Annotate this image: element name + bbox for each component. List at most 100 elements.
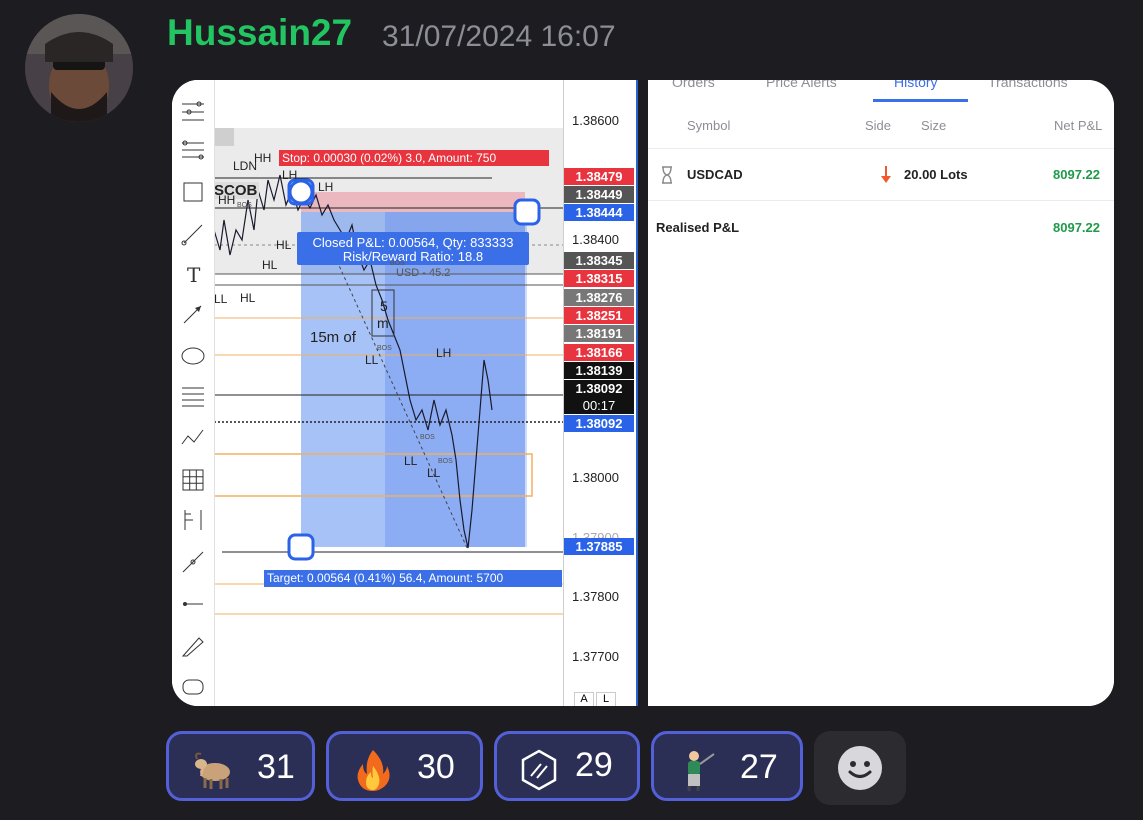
active-tab-indicator [873,99,968,102]
interval-label: 15m of [310,329,356,346]
message-timestamp: 31/07/2024 16:07 [382,20,616,53]
pane-edge [636,80,638,706]
horizontal-line-icon[interactable] [179,590,207,618]
auto-scale-button[interactable]: A [574,692,594,706]
annotation-lh-3: LH [436,346,452,360]
fib-tool-icon[interactable] [179,382,207,410]
price-label: 1.38400 [572,232,619,247]
hourglass-icon [662,166,672,184]
add-reaction-button[interactable] [814,731,906,805]
text-tool-icon[interactable]: T [179,260,207,288]
attached-image[interactable]: Stop: 0.00030 (0.02%) 3.0, Amount: 750 C… [172,80,1114,706]
trendline-tool-icon[interactable] [179,220,207,248]
annotation-ll: LL [214,292,228,306]
price-badge: 1.38449 [564,186,634,203]
history-tabs: Orders Price Alerts History Transactions [648,80,1114,102]
arrow-down-icon [881,166,891,183]
column-side: Side [865,118,892,133]
trading-chart: Stop: 0.00030 (0.02%) 3.0, Amount: 750 C… [172,80,639,706]
price-badge: 1.38479 [564,168,634,185]
column-symbol: Symbol [687,118,731,133]
pattern-tool-icon[interactable] [179,424,207,452]
row-net-pnl: 8097.22 [1053,167,1100,182]
price-badge: 1.38191 [564,325,634,342]
annotation-ll-4: LL [427,466,441,480]
grid-tool-icon[interactable] [179,466,207,494]
drawing-toolbar: T [172,80,215,706]
closed-pnl-line1: Closed P&L: 0.00564, Qty: 833333 [312,235,514,250]
log-scale-button[interactable]: L [596,692,616,706]
price-badge: 1.38251 [564,307,634,324]
reaction-custom[interactable]: 29 [494,731,640,801]
table-row[interactable]: USDCAD 20.00 Lots 8097.22 [648,148,1114,200]
annotation-ll-3: LL [404,454,418,468]
goat-emoji-icon [195,752,230,789]
ellipse-tool-icon[interactable] [179,342,207,370]
fire-emoji-icon [357,750,390,791]
custom-hex-emoji-icon [521,749,557,791]
indicators-icon[interactable] [179,98,207,126]
brush-tool-icon[interactable] [179,632,207,660]
price-label: 1.37700 [572,649,619,664]
tab-orders[interactable]: Orders [672,80,715,90]
price-badge: 1.38345 [564,252,634,269]
price-label: 1.38000 [572,470,619,485]
rectangle-tool-icon[interactable] [179,178,207,206]
reaction-goat[interactable]: 31 [166,731,315,801]
comment-tool-icon[interactable] [179,674,207,702]
price-axis[interactable]: 1.38600 1.38400 1.38000 1.37900 1.37800 … [563,80,639,706]
reaction-count: 31 [257,748,295,786]
risk-reward-line: Risk/Reward Ratio: 18.8 [342,249,484,264]
stop-label[interactable]: Stop: 0.00030 (0.02%) 3.0, Amount: 750 [282,151,496,165]
closed-pnl-label[interactable]: Closed P&L: 0.00564, Qty: 833333 Risk/Re… [297,236,529,264]
golfer-emoji-icon [687,751,715,791]
divider [648,200,1114,201]
annotation-hh-2: HH [218,193,236,207]
price-badge: 1.38092 [564,415,634,432]
annotation-lh: LH [282,168,298,182]
price-label: 1.38600 [572,113,619,128]
countdown-badge: 00:17 [564,397,634,414]
svg-text:T: T [187,263,201,287]
reaction-golfer[interactable]: 27 [651,731,803,801]
username[interactable]: Hussain27 [167,12,352,54]
price-badge: 1.37885 [564,538,634,555]
annotation-bos: BOS [237,202,252,209]
filter-lines-icon[interactable] [179,136,207,164]
row-size: 20.00 Lots [904,167,968,182]
annotation-bos-5: BOS [390,260,405,267]
annotation-hl: HL [276,238,292,252]
usd-label: USD - 45.2 [396,267,451,279]
annotation-bos-2: BOS [377,345,392,352]
target-label[interactable]: Target: 0.00564 (0.41%) 56.4, Amount: 57… [267,571,503,585]
annotation-bos-4: BOS [438,458,453,465]
price-badge: 1.38166 [564,344,634,361]
annotation-hh: HH [254,151,272,165]
annotation-ll-2: LL [365,353,379,367]
avatar[interactable] [25,14,133,122]
price-badge: 1.38139 [564,362,634,379]
reaction-count: 29 [575,746,613,784]
price-badge: 1.38315 [564,270,634,287]
column-size: Size [921,118,947,133]
smiley-add-icon [838,746,882,790]
reaction-count: 27 [740,748,778,786]
reaction-fire[interactable]: 30 [326,731,483,801]
price-label: 1.37800 [572,589,619,604]
reaction-count: 30 [417,748,455,786]
tab-transactions[interactable]: Transactions [988,80,1068,90]
tab-history[interactable]: History [894,80,938,90]
forecast-tool-icon[interactable] [179,506,207,534]
annotation-box-m: m [377,315,389,331]
path-tool-icon[interactable] [179,548,207,576]
annotation-hl-3: HL [240,291,256,305]
realised-pnl-label: Realised P&L [656,220,740,235]
tab-price-alerts[interactable]: Price Alerts [766,80,837,90]
realised-pnl-value: 8097.22 [1053,220,1100,235]
annotation-lh-2: LH [318,180,334,194]
arrow-tool-icon[interactable] [179,300,207,328]
history-panel: Orders Price Alerts History Transactions… [648,80,1114,706]
annotation-hl-2: HL [262,258,278,272]
price-badge: 1.38276 [564,289,634,306]
annotation-bos-3: BOS [420,434,435,441]
